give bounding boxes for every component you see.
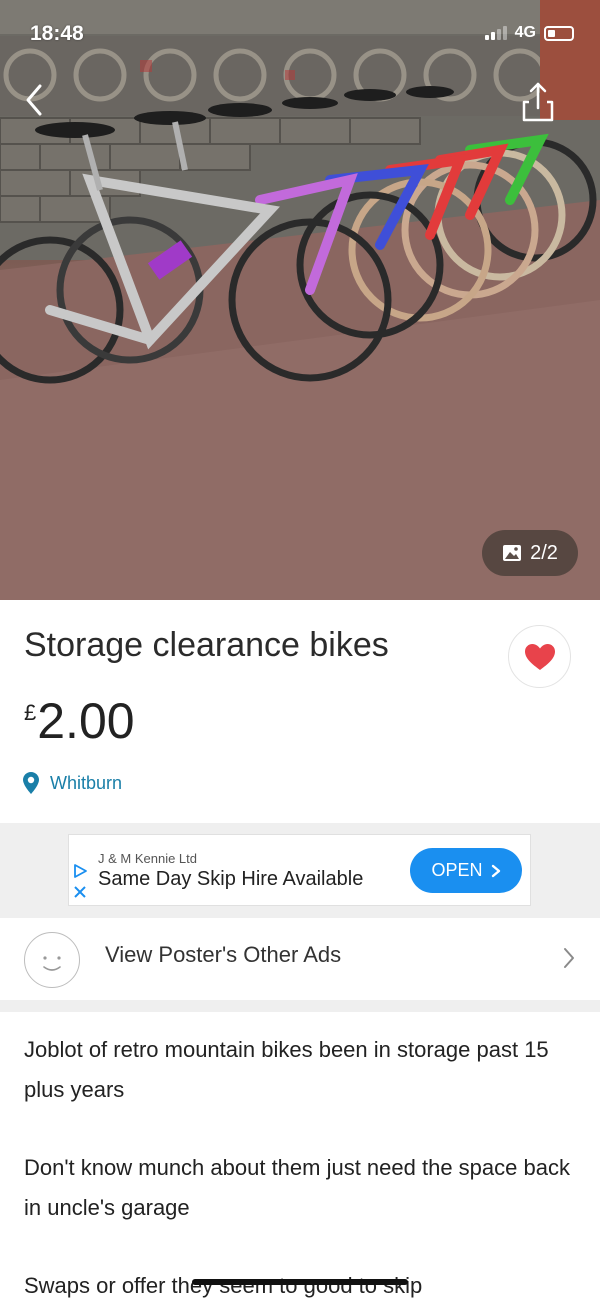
- ad-close-icon[interactable]: [73, 885, 87, 899]
- description-paragraph: Swaps or offer they seem to good to skip: [24, 1266, 574, 1299]
- photo-counter[interactable]: 2/2: [482, 530, 578, 576]
- ad-advertiser: J & M Kennie Ltd: [98, 851, 197, 866]
- location-pin-icon: [23, 772, 39, 794]
- ad-open-label: OPEN: [431, 860, 483, 880]
- network-type: 4G: [514, 24, 536, 41]
- back-chevron-icon: [26, 84, 42, 116]
- battery-icon: [544, 25, 574, 41]
- description-paragraph-text: Swaps or offer they seem to good to skip: [24, 1273, 423, 1298]
- share-button[interactable]: [520, 80, 556, 124]
- view-poster-ads-row[interactable]: View Poster's Other Ads: [0, 918, 600, 1000]
- share-icon: [522, 82, 554, 122]
- price-currency: £: [24, 700, 37, 725]
- location[interactable]: Whitburn: [22, 771, 122, 795]
- favourite-button[interactable]: [508, 625, 571, 688]
- ad-open-button[interactable]: OPEN: [410, 848, 522, 893]
- chevron-right-icon: [491, 864, 500, 877]
- listing-price: £ 2.00: [24, 692, 135, 750]
- ad-choices-icon[interactable]: [72, 863, 88, 879]
- description-paragraph: Don't know munch about them just need th…: [24, 1155, 570, 1220]
- redaction-mark: [192, 1279, 408, 1285]
- status-bar: 18:48 4G: [0, 0, 600, 70]
- avatar: [24, 932, 80, 988]
- description-paragraph: Joblot of retro mountain bikes been in s…: [24, 1037, 549, 1102]
- chevron-right-icon: [564, 948, 574, 968]
- image-icon: [503, 545, 522, 561]
- smiley-face-icon: [42, 955, 61, 971]
- ad-banner[interactable]: J & M Kennie Ltd Same Day Skip Hire Avai…: [68, 834, 531, 906]
- location-label: Whitburn: [50, 772, 123, 793]
- heart-icon: [524, 643, 555, 670]
- section-divider: [0, 1000, 600, 1012]
- bikes-photo-illustration: [0, 0, 600, 600]
- listing-title: Storage clearance bikes: [24, 626, 389, 664]
- back-button[interactable]: [16, 80, 52, 120]
- status-indicators: 4G: [484, 24, 574, 42]
- ad-section: J & M Kennie Ltd Same Day Skip Hire Avai…: [0, 823, 600, 918]
- ad-headline: Same Day Skip Hire Available: [98, 868, 364, 890]
- price-amount: 2.00: [37, 693, 135, 749]
- photo-counter-label: 2/2: [530, 541, 558, 564]
- listing-description: Joblot of retro mountain bikes been in s…: [24, 1030, 574, 1299]
- signal-icon: [484, 26, 507, 40]
- view-poster-ads-label: View Poster's Other Ads: [105, 942, 342, 967]
- status-time: 18:48: [30, 22, 84, 45]
- listing-photo[interactable]: 18:48 4G 2/2: [0, 0, 600, 600]
